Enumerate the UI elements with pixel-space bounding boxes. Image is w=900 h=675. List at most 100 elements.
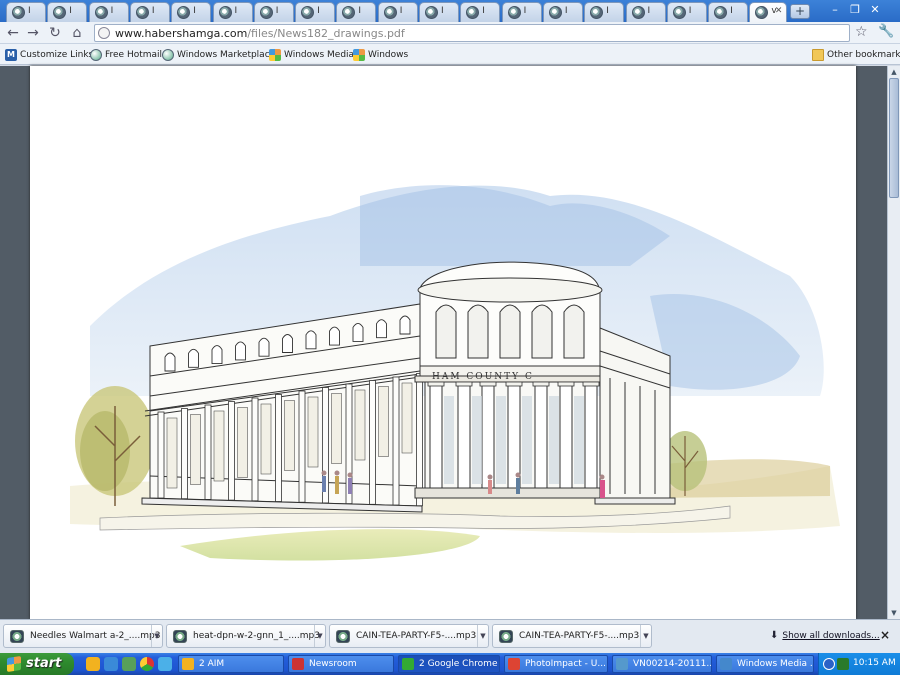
download-filename: Needles Walmart a-2_....mp3: [30, 631, 161, 641]
bookmark-windows-marketplace[interactable]: Windows Marketplace: [162, 47, 275, 62]
glass-panel: [472, 396, 482, 484]
start-button[interactable]: start: [0, 653, 74, 675]
network-icon[interactable]: [837, 658, 849, 670]
url-text: www.habershamga.com/files/News182_drawin…: [115, 27, 405, 40]
tab[interactable]: I: [666, 2, 707, 22]
close-download-bar-icon[interactable]: ×: [880, 628, 890, 642]
tab-active[interactable]: v ✕: [749, 2, 788, 23]
tab[interactable]: I: [419, 2, 459, 22]
bookmark-free-hotmail[interactable]: Free Hotmail: [90, 47, 162, 62]
taskbar-button[interactable]: Windows Media ...: [716, 655, 814, 673]
chrome-window: I I I I I I I I I I I I I I I I I Iv ✕ + – ❐ ✕ ← → ↻ ⌂ www…: [0, 0, 900, 675]
vertical-scrollbar[interactable]: ▲ ▼: [887, 66, 900, 619]
taskbar-button-label: VN00214-20111...: [633, 659, 712, 669]
maximize-button[interactable]: ❐: [846, 2, 864, 18]
tab[interactable]: I: [460, 2, 501, 22]
download-item[interactable]: heat-dpn-w-2-gnn_1_....mp3 ▼: [166, 624, 326, 648]
tab[interactable]: I: [501, 2, 542, 22]
tab[interactable]: I: [171, 2, 212, 22]
forward-arrow-icon[interactable]: →: [24, 24, 42, 42]
tab-favicon-icon: [590, 6, 604, 19]
taskbar-button[interactable]: 2 Google Chrome: [398, 655, 500, 673]
arched-window: [499, 304, 521, 359]
download-item[interactable]: CAIN-TEA-PARTY-F5-....mp3 ▼: [329, 624, 489, 648]
tab[interactable]: I: [253, 2, 294, 22]
column: [559, 383, 573, 489]
tab-favicon-icon: [12, 6, 25, 19]
tab[interactable]: I: [336, 2, 377, 22]
taskbar-button[interactable]: Newsroom: [288, 655, 394, 673]
column-capital: [532, 381, 550, 387]
bookmark-customize-links[interactable]: M Customize Links: [5, 47, 93, 62]
tab-favicon-icon: [94, 6, 108, 19]
tab[interactable]: I: [129, 2, 170, 22]
bookmarks-bar: M Customize Links Free Hotmail Windows M…: [0, 44, 900, 65]
tab[interactable]: I: [6, 2, 46, 22]
tab-title: I: [317, 6, 320, 16]
scroll-down-arrow-icon[interactable]: ▼: [888, 607, 900, 619]
tab[interactable]: I: [212, 2, 253, 22]
show-all-downloads[interactable]: ⬇ Show all downloads...: [770, 630, 880, 641]
arched-window: [376, 319, 387, 339]
download-menu-arrow-icon[interactable]: ▼: [477, 625, 488, 647]
tab[interactable]: I: [295, 2, 336, 22]
building-sign: HAM COUNTY C: [432, 372, 534, 382]
address-bar[interactable]: www.habershamga.com/files/News182_drawin…: [94, 24, 850, 42]
bookmark-star-icon[interactable]: ☆: [855, 24, 868, 40]
aim-running-man-icon[interactable]: [86, 657, 100, 671]
download-menu-arrow-icon[interactable]: ▼: [151, 625, 162, 647]
back-arrow-icon[interactable]: ←: [4, 24, 22, 42]
column-capital: [557, 381, 575, 387]
minimize-button[interactable]: –: [826, 2, 844, 18]
tab[interactable]: I: [377, 2, 418, 22]
scroll-up-arrow-icon[interactable]: ▲: [888, 66, 900, 78]
bookmark-label: Free Hotmail: [105, 49, 163, 60]
tab-favicon-icon: [342, 6, 356, 19]
download-menu-arrow-icon[interactable]: ▼: [314, 625, 325, 647]
column-capital: [455, 381, 473, 387]
tab[interactable]: I: [708, 2, 749, 22]
taskbar-button[interactable]: 2 AIM: [178, 655, 284, 673]
ie-e-icon[interactable]: [158, 657, 172, 671]
tab[interactable]: I: [88, 2, 129, 22]
tab[interactable]: I: [47, 2, 88, 22]
other-bookmarks[interactable]: Other bookmarks: [812, 47, 900, 62]
start-label: start: [26, 656, 62, 671]
wrench-menu-icon[interactable]: 🔧: [878, 24, 894, 39]
taskbar-button[interactable]: PhotoImpact - U...: [504, 655, 608, 673]
bookmark-windows[interactable]: Windows: [353, 47, 408, 62]
tab-favicon-icon: [672, 6, 686, 19]
download-menu-arrow-icon[interactable]: ▼: [640, 625, 651, 647]
ie-icon[interactable]: [104, 657, 118, 671]
close-window-button[interactable]: ✕: [866, 2, 884, 18]
arched-window: [531, 304, 553, 359]
tab[interactable]: I: [625, 2, 666, 22]
window: [260, 403, 272, 475]
new-tab-button[interactable]: +: [790, 4, 810, 19]
chrome-icon[interactable]: [140, 657, 154, 671]
desktop-icon[interactable]: [122, 657, 136, 671]
taskbar-button[interactable]: VN00214-20111...: [612, 655, 712, 673]
download-filename: heat-dpn-w-2-gnn_1_....mp3: [193, 631, 320, 641]
tab-title: I: [234, 6, 238, 16]
reload-icon[interactable]: ↻: [46, 24, 64, 42]
pdf-viewer: HAM COUNTY C: [0, 66, 887, 619]
taskbar-button-label: Newsroom: [309, 659, 357, 669]
tray-arrow-icon[interactable]: [823, 658, 835, 670]
tab-close-icon[interactable]: ✕: [775, 6, 783, 16]
download-item[interactable]: CAIN-TEA-PARTY-F5-....mp3 ▼: [492, 624, 652, 648]
arched-window: [258, 337, 270, 357]
bookmark-windows-media[interactable]: Windows Media: [269, 47, 354, 62]
show-all-downloads-link[interactable]: Show all downloads...: [782, 631, 879, 641]
right-wing: [594, 327, 676, 505]
tab-title: I: [564, 6, 568, 16]
tab[interactable]: I: [542, 2, 583, 22]
column-capital: [505, 381, 523, 387]
download-item[interactable]: Needles Walmart a-2_....mp3 ▼: [3, 624, 163, 648]
arched-window: [352, 322, 364, 342]
tab-favicon-icon: [714, 6, 728, 19]
tab-title: I: [523, 6, 527, 16]
home-icon[interactable]: ⌂: [68, 24, 86, 42]
scrollbar-thumb[interactable]: [889, 78, 899, 198]
tab[interactable]: I: [584, 2, 625, 22]
